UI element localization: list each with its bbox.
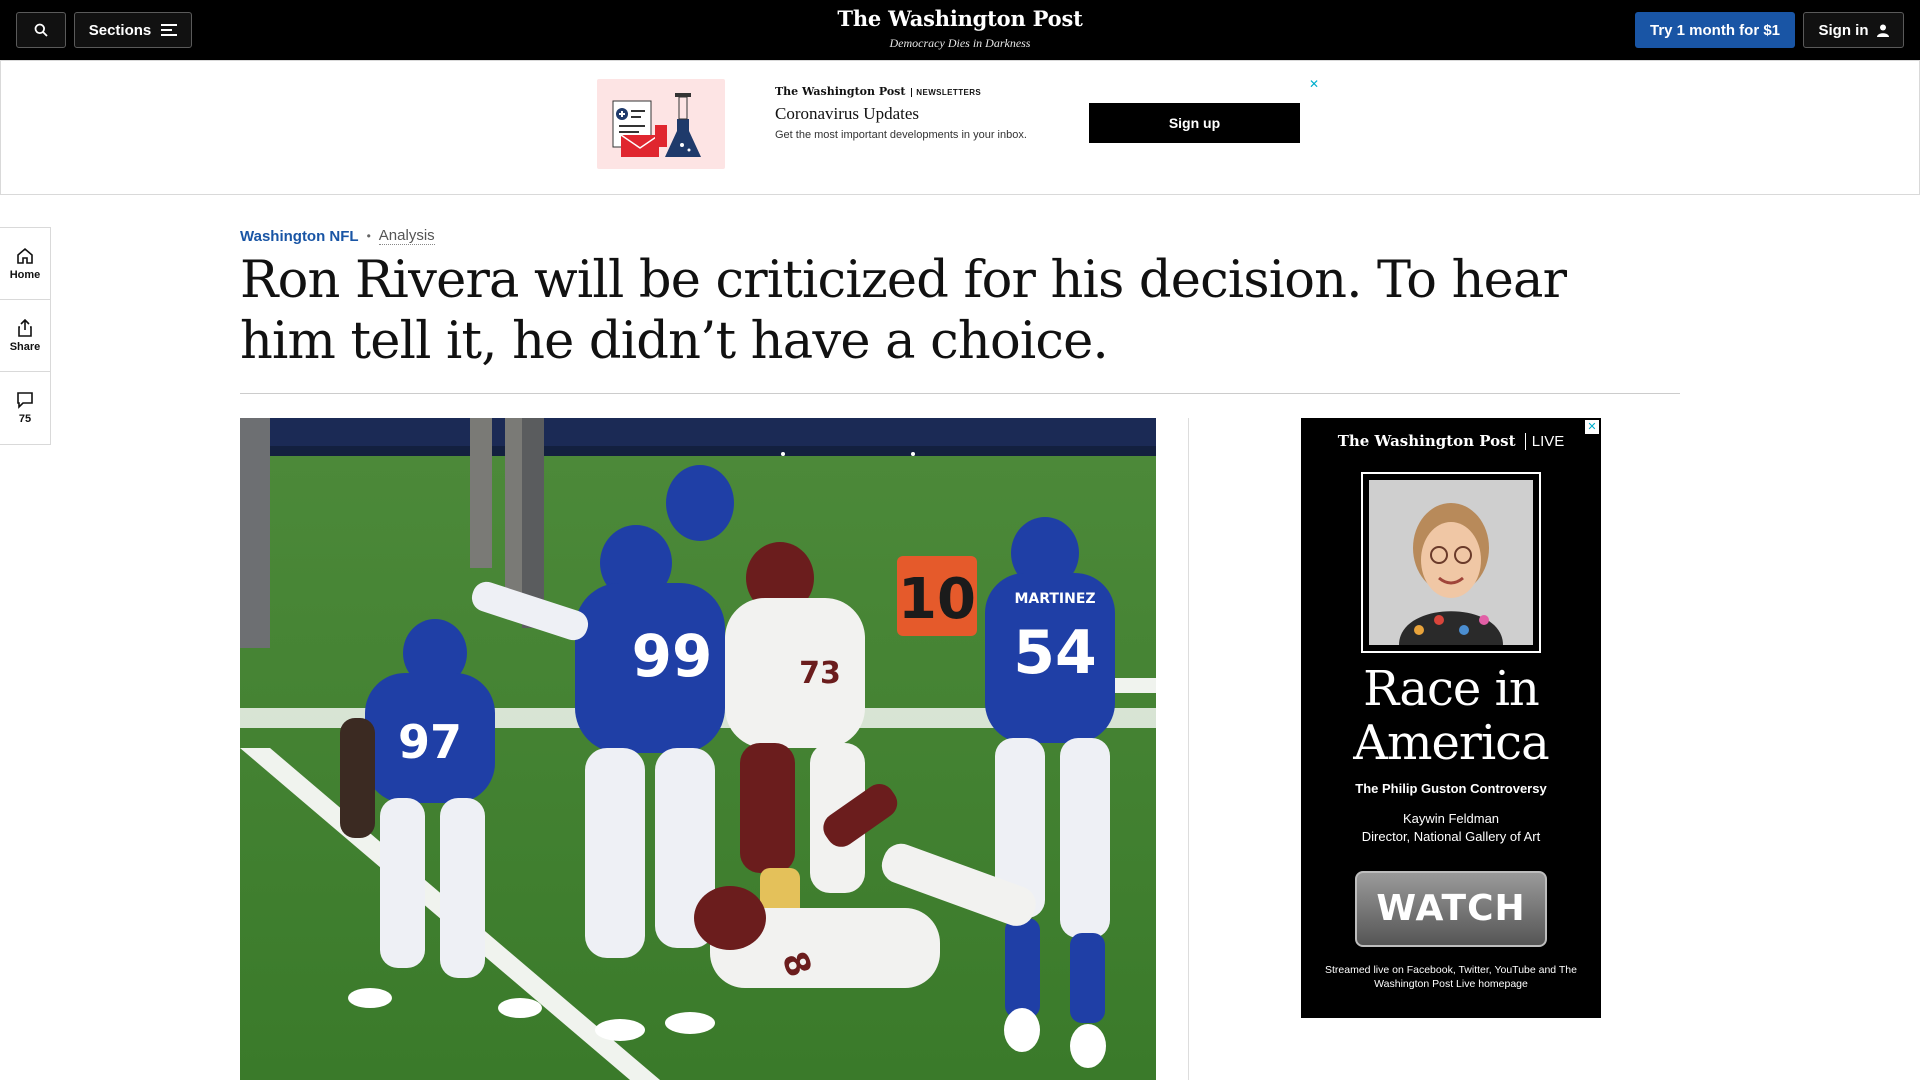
watch-button[interactable]: WATCH (1355, 871, 1547, 947)
yard-marker: 10 (897, 556, 977, 636)
live-brand-tag: LIVE (1524, 433, 1565, 450)
menu-icon (161, 24, 178, 36)
share-label: Share (9, 340, 41, 353)
speaker-name: Kaywin Feldman (1402, 811, 1500, 826)
newsletter-brand-tag: NEWSLETTERS (911, 88, 982, 97)
svg-text:99: 99 (632, 622, 713, 690)
article-action-rail: Home Share 75 (0, 227, 51, 445)
newsletter-illustration (597, 79, 725, 169)
live-ad-title: Race in America (1353, 661, 1549, 771)
svg-text:73: 73 (799, 656, 841, 691)
comment-icon (17, 392, 33, 409)
live-brand-logo: The Washington Post (1337, 432, 1516, 450)
newsletter-ad-banner: The Washington Post NEWSLETTERS Coronavi… (0, 60, 1920, 195)
svg-text:54: 54 (1013, 618, 1097, 688)
search-icon (34, 23, 48, 37)
svg-text:10: 10 (898, 567, 976, 632)
article-lead-photo[interactable]: 10 97 99 73 MARTINEZ 54 8 (240, 418, 1156, 1080)
comments-count: 75 (18, 413, 32, 425)
speaker-portrait (1361, 472, 1541, 653)
football-photo-illustration: 10 97 99 73 MARTINEZ 54 8 (240, 418, 1156, 1080)
section-link[interactable]: Washington NFL (240, 228, 359, 245)
home-icon (17, 247, 33, 264)
article-headline: Ron Rivera will be criticized for his de… (240, 251, 1567, 371)
ad-close-icon[interactable]: ✕ (1309, 77, 1319, 91)
analysis-label[interactable]: Analysis (378, 227, 435, 245)
newsletter-brand-logo: The Washington Post (775, 85, 906, 98)
article-kicker: Washington NFL • Analysis (240, 227, 435, 245)
newsletter-subtitle: Get the most important developments in y… (775, 129, 1027, 141)
live-ad-brand: The Washington Post LIVE (1301, 432, 1601, 450)
masthead[interactable]: The Washington Post Democracy Dies in Da… (760, 6, 1160, 51)
newsletter-signup-button[interactable]: Sign up (1089, 103, 1300, 143)
newsletter-brand: The Washington Post NEWSLETTERS (775, 85, 1075, 98)
rail-share-button[interactable]: Share (0, 300, 50, 372)
kicker-separator: • (366, 229, 371, 243)
top-navigation-bar: Sections The Washington Post Democracy D… (0, 0, 1920, 60)
live-ad-subtitle: The Philip Guston Controversy (1355, 781, 1547, 796)
search-button[interactable] (16, 12, 66, 48)
live-ad-speaker: Kaywin Feldman Director, National Galler… (1301, 810, 1601, 846)
svg-text:MARTINEZ: MARTINEZ (1014, 591, 1095, 607)
headline-divider (240, 393, 1680, 394)
column-divider (1188, 418, 1189, 1080)
subscribe-button[interactable]: Try 1 month for $1 (1635, 12, 1795, 48)
home-label: Home (9, 268, 41, 281)
site-logo[interactable]: The Washington Post (760, 6, 1160, 31)
speaker-title: Director, National Gallery of Art (1361, 829, 1541, 844)
sections-button[interactable]: Sections (74, 12, 192, 48)
sections-label: Sections (88, 21, 152, 39)
post-live-ad[interactable]: ✕ The Washington Post LIVE Race in Ameri… (1301, 418, 1601, 1018)
sign-in-label: Sign in (1818, 21, 1869, 39)
live-ad-footer: Streamed live on Facebook, Twitter, YouT… (1325, 964, 1577, 990)
newsletter-title: Coronavirus Updates (775, 104, 920, 123)
svg-text:97: 97 (398, 715, 462, 769)
rail-home-button[interactable]: Home (0, 228, 50, 300)
newsletter-ad-text: The Washington Post NEWSLETTERS Coronavi… (775, 85, 1075, 141)
rail-comments-button[interactable]: 75 (0, 372, 50, 444)
site-tagline: Democracy Dies in Darkness (889, 36, 1031, 50)
user-icon (1876, 24, 1889, 37)
sign-in-button[interactable]: Sign in (1803, 12, 1904, 48)
share-icon (18, 318, 32, 337)
